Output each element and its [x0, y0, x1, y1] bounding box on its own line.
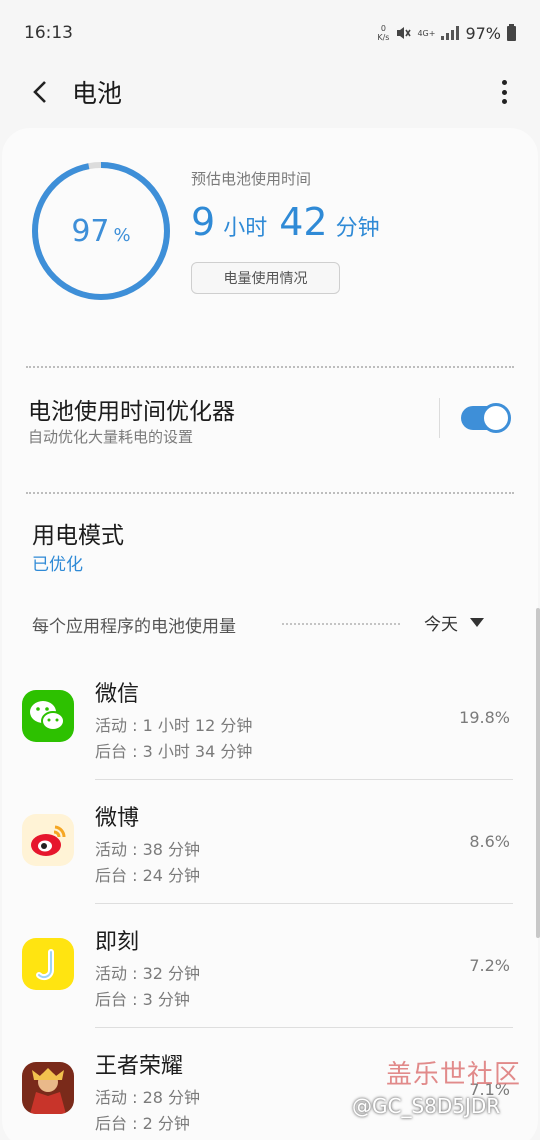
- network-type-icon: 4G+: [417, 28, 436, 38]
- jike-icon: [22, 938, 74, 990]
- status-bar: 16:13 0 K/s 4G+ 97%: [0, 0, 540, 66]
- honor-of-kings-icon: [22, 1062, 74, 1114]
- net-speed-indicator: 0 K/s: [377, 24, 390, 42]
- app-usage-header: 每个应用程序的电池使用量: [32, 617, 236, 637]
- app-row-wechat[interactable]: 微信 活动 : 1 小时 12 分钟 后台 : 3 小时 34 分钟 19.8%: [2, 656, 538, 780]
- status-icons: 0 K/s 4G+ 97%: [377, 23, 516, 43]
- range-dropdown-value: 今天: [424, 615, 458, 635]
- app-usage-percent: 7.2%: [469, 956, 510, 975]
- signal-icon: [441, 26, 460, 40]
- app-bar: 电池: [0, 66, 540, 118]
- app-name: 王者荣耀: [95, 1054, 184, 1079]
- app-background-time: 后台 : 3 小时 34 分钟: [95, 742, 253, 761]
- battery-icon: [507, 23, 516, 41]
- divider: [26, 366, 514, 368]
- estimate-label: 预估电池使用时间: [191, 170, 312, 188]
- watermark-handle: @GC_S8D5JDR: [352, 1094, 501, 1118]
- back-arrow-icon: [33, 81, 46, 103]
- watermark-logo-text: 盖乐世社区: [386, 1060, 522, 1090]
- battery-level-unit: %: [113, 224, 131, 246]
- divider: [439, 398, 440, 438]
- status-time: 16:13: [24, 23, 73, 43]
- app-row-jike[interactable]: 即刻 活动 : 32 分钟 后台 : 3 分钟 7.2%: [2, 904, 538, 1028]
- wechat-icon: [22, 690, 74, 742]
- optimizer-toggle[interactable]: [461, 403, 511, 433]
- app-background-time: 后台 : 24 分钟: [95, 866, 201, 885]
- power-mode-title: 用电模式: [32, 523, 124, 549]
- app-name: 微博: [95, 806, 140, 831]
- app-active-time: 活动 : 28 分钟: [95, 1088, 201, 1107]
- mute-icon: [397, 27, 412, 39]
- estimate-hours: 9: [191, 200, 216, 244]
- estimate-hours-unit: 小时: [223, 216, 268, 241]
- app-usage-percent: 19.8%: [459, 708, 510, 727]
- divider: [26, 492, 514, 494]
- battery-card: 97 % 预估电池使用时间 9 小时 42 分钟 电量使用情况 电池使用时间优化…: [2, 128, 540, 1140]
- app-active-time: 活动 : 32 分钟: [95, 964, 201, 983]
- page-title: 电池: [72, 79, 123, 108]
- battery-percent-status: 97%: [465, 23, 501, 43]
- battery-usage-button[interactable]: 电量使用情况: [191, 262, 340, 294]
- range-dropdown[interactable]: 今天: [424, 610, 484, 635]
- estimate-minutes: 42: [279, 200, 328, 244]
- app-name: 微信: [95, 682, 140, 707]
- back-button[interactable]: [20, 72, 60, 112]
- estimate-minutes-unit: 分钟: [335, 216, 380, 241]
- app-background-time: 后台 : 2 分钟: [95, 1114, 190, 1133]
- scrollbar[interactable]: [536, 608, 540, 938]
- app-name: 即刻: [95, 930, 140, 955]
- optimizer-title: 电池使用时间优化器: [28, 399, 235, 425]
- optimizer-subtitle: 自动优化大量耗电的设置: [28, 428, 194, 446]
- divider: [282, 623, 400, 625]
- app-row-weibo[interactable]: 微博 活动 : 38 分钟 后台 : 24 分钟 8.6%: [2, 780, 538, 904]
- more-options-button[interactable]: [494, 78, 514, 106]
- dropdown-arrow-icon: [470, 618, 484, 627]
- app-active-time: 活动 : 1 小时 12 分钟: [95, 716, 253, 735]
- weibo-icon: [22, 814, 74, 866]
- power-mode-value: 已优化: [32, 555, 83, 575]
- estimate-time: 9 小时 42 分钟: [191, 200, 392, 244]
- app-background-time: 后台 : 3 分钟: [95, 990, 190, 1009]
- battery-level-ring: 97 %: [30, 160, 172, 302]
- app-active-time: 活动 : 38 分钟: [95, 840, 201, 859]
- battery-level-value: 97: [71, 213, 110, 249]
- app-usage-percent: 8.6%: [469, 832, 510, 851]
